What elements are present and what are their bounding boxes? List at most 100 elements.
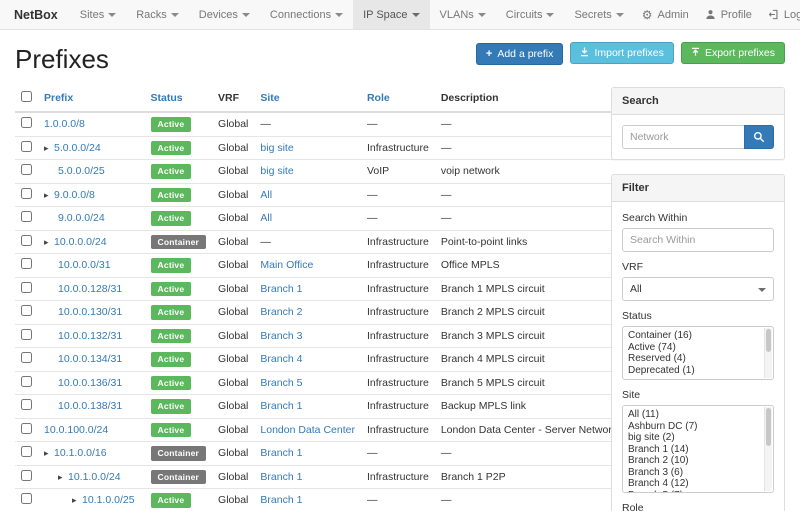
brand-link[interactable]: NetBox — [14, 0, 58, 29]
site-listbox[interactable]: All (11)Ashburn DC (7)big site (2)Branch… — [622, 405, 774, 493]
admin-link[interactable]: ⚙ Admin — [634, 0, 697, 29]
description-cell: Branch 2 MPLS circuit — [435, 301, 623, 325]
description-cell: Branch 3 MPLS circuit — [435, 324, 623, 348]
listbox-option[interactable]: big site (2) — [628, 432, 761, 444]
prefix-link[interactable]: 10.1.0.0/16 — [54, 447, 107, 459]
select-all-checkbox[interactable] — [21, 91, 32, 102]
row-checkbox[interactable] — [21, 493, 32, 504]
sort-status-link[interactable]: Status — [151, 92, 183, 104]
scrollbar-track[interactable] — [764, 328, 772, 378]
scrollbar-thumb[interactable] — [766, 329, 771, 352]
site-link[interactable]: All — [260, 189, 272, 201]
row-checkbox[interactable] — [21, 376, 32, 387]
listbox-option[interactable]: Container (16) — [628, 330, 761, 342]
row-checkbox[interactable] — [21, 423, 32, 434]
prefix-link[interactable]: 5.0.0.0/24 — [54, 142, 101, 154]
row-checkbox[interactable] — [21, 164, 32, 175]
listbox-option[interactable]: Reserved (4) — [628, 353, 761, 365]
nav-item-connections[interactable]: Connections — [260, 0, 353, 29]
site-link[interactable]: Branch 4 — [260, 353, 302, 365]
site-link[interactable]: Branch 3 — [260, 330, 302, 342]
sort-role-link[interactable]: Role — [367, 92, 390, 104]
listbox-option[interactable]: Branch 1 (14) — [628, 444, 761, 456]
row-checkbox[interactable] — [21, 352, 32, 363]
scrollbar-track[interactable] — [764, 407, 772, 491]
row-checkbox[interactable] — [21, 188, 32, 199]
site-link[interactable]: Branch 1 — [260, 471, 302, 483]
status-listbox[interactable]: Container (16)Active (74)Reserved (4)Dep… — [622, 326, 774, 380]
row-checkbox[interactable] — [21, 211, 32, 222]
vrf-select[interactable]: All — [622, 277, 774, 301]
nav-item-circuits[interactable]: Circuits — [496, 0, 565, 29]
row-checkbox[interactable] — [21, 329, 32, 340]
listbox-option[interactable]: Branch 5 (7) — [628, 490, 761, 494]
prefix-link[interactable]: 10.0.0.0/31 — [58, 259, 111, 271]
expand-arrow-icon[interactable]: ▸ — [44, 190, 54, 201]
prefix-link[interactable]: 1.0.0.0/8 — [44, 118, 85, 130]
row-checkbox[interactable] — [21, 470, 32, 481]
site-link[interactable]: Branch 5 — [260, 377, 302, 389]
sort-site-link[interactable]: Site — [260, 92, 279, 104]
site-link[interactable]: All — [260, 212, 272, 224]
prefix-link[interactable]: 10.0.100.0/24 — [44, 424, 108, 436]
site-link[interactable]: Branch 2 — [260, 306, 302, 318]
site-link[interactable]: Main Office — [260, 259, 313, 271]
prefix-link[interactable]: 10.1.0.0/25 — [82, 494, 135, 506]
prefix-link[interactable]: 10.0.0.138/31 — [58, 400, 122, 412]
site-link[interactable]: Branch 1 — [260, 447, 302, 459]
site-link[interactable]: big site — [260, 142, 293, 154]
prefix-link[interactable]: 9.0.0.0/8 — [54, 189, 95, 201]
row-checkbox[interactable] — [21, 446, 32, 457]
expand-arrow-icon[interactable]: ▸ — [58, 472, 68, 483]
expand-arrow-icon[interactable]: ▸ — [44, 143, 54, 154]
import-prefixes-button[interactable]: Import prefixes — [570, 42, 673, 64]
site-link[interactable]: London Data Center — [260, 424, 355, 436]
prefix-link[interactable]: 10.1.0.0/24 — [68, 471, 121, 483]
profile-link[interactable]: Profile — [697, 0, 760, 29]
row-checkbox[interactable] — [21, 305, 32, 316]
expand-arrow-icon[interactable]: ▸ — [72, 495, 82, 506]
row-checkbox[interactable] — [21, 117, 32, 128]
listbox-option[interactable]: Ashburn DC (7) — [628, 421, 761, 433]
row-checkbox[interactable] — [21, 282, 32, 293]
nav-item-secrets[interactable]: Secrets — [564, 0, 633, 29]
search-button[interactable] — [744, 125, 774, 149]
prefix-link[interactable]: 10.0.0.132/31 — [58, 330, 122, 342]
listbox-option[interactable]: Active (74) — [628, 342, 761, 354]
nav-item-devices[interactable]: Devices — [189, 0, 260, 29]
nav-item-sites[interactable]: Sites — [70, 0, 126, 29]
sort-prefix-link[interactable]: Prefix — [44, 92, 73, 104]
scrollbar-thumb[interactable] — [766, 408, 771, 446]
search-within-input[interactable] — [622, 228, 774, 252]
expand-arrow-icon[interactable]: ▸ — [44, 448, 54, 459]
nav-item-vlans[interactable]: VLANs — [430, 0, 496, 29]
site-link[interactable]: Branch 1 — [260, 494, 302, 506]
row-checkbox[interactable] — [21, 258, 32, 269]
logout-link[interactable]: Log out — [760, 0, 800, 29]
row-checkbox[interactable] — [21, 399, 32, 410]
listbox-option[interactable]: Deprecated (1) — [628, 365, 761, 377]
prefix-link[interactable]: 10.0.0.136/31 — [58, 377, 122, 389]
listbox-option[interactable]: Branch 4 (12) — [628, 478, 761, 490]
site-link[interactable]: Branch 1 — [260, 283, 302, 295]
description-cell: — — [435, 183, 623, 207]
export-prefixes-button[interactable]: Export prefixes — [681, 42, 785, 64]
prefix-link[interactable]: 9.0.0.0/24 — [58, 212, 105, 224]
nav-item-racks[interactable]: Racks — [126, 0, 189, 29]
row-checkbox[interactable] — [21, 141, 32, 152]
prefix-link[interactable]: 10.0.0.0/24 — [54, 236, 107, 248]
search-input[interactable] — [622, 125, 744, 149]
prefix-link[interactable]: 10.0.0.128/31 — [58, 283, 122, 295]
row-checkbox[interactable] — [21, 235, 32, 246]
site-link[interactable]: Branch 1 — [260, 400, 302, 412]
add-prefix-button[interactable]: + Add a prefix — [476, 43, 563, 65]
prefix-link[interactable]: 10.0.0.130/31 — [58, 306, 122, 318]
prefix-link[interactable]: 10.0.0.134/31 — [58, 353, 122, 365]
listbox-option[interactable]: Branch 3 (6) — [628, 467, 761, 479]
site-link[interactable]: big site — [260, 165, 293, 177]
listbox-option[interactable]: Branch 2 (10) — [628, 455, 761, 467]
nav-item-ip-space[interactable]: IP Space — [353, 0, 429, 29]
listbox-option[interactable]: All (11) — [628, 409, 761, 421]
prefix-link[interactable]: 5.0.0.0/25 — [58, 165, 105, 177]
expand-arrow-icon[interactable]: ▸ — [44, 237, 54, 248]
